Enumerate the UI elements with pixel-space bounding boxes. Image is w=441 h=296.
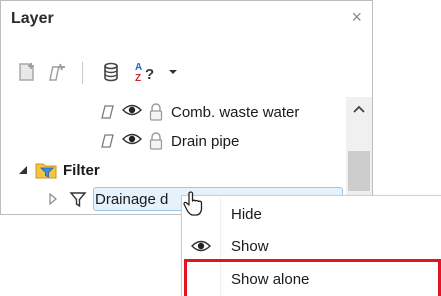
tree-row-drainage[interactable]: Drainage d <box>47 188 168 210</box>
dropdown-arrow-icon[interactable] <box>165 59 181 85</box>
funnel-icon <box>69 190 89 208</box>
tree-item-label: Filter <box>63 161 100 179</box>
close-icon[interactable]: × <box>351 7 362 28</box>
expand-triangle-icon[interactable] <box>47 192 61 206</box>
menu-item-show[interactable]: Show <box>182 230 441 262</box>
scroll-thumb[interactable] <box>348 151 370 191</box>
svg-text:Z: Z <box>135 73 141 84</box>
folder-filter-icon <box>35 160 59 180</box>
svg-text:A: A <box>135 62 142 73</box>
menu-item-label: Hide <box>231 205 262 223</box>
lock-icon[interactable] <box>148 132 166 150</box>
menu-item-hide[interactable]: Hide <box>182 198 441 230</box>
toolbar: A Z ? <box>1 57 372 91</box>
tree-row-filter[interactable]: Filter <box>17 159 100 181</box>
layer-page-icon <box>99 103 117 121</box>
tree-item-label: Drainage d <box>95 190 169 208</box>
menu-item-label: Show <box>231 237 269 255</box>
database-icon[interactable] <box>99 59 123 85</box>
lock-icon[interactable] <box>148 103 166 121</box>
layer-page-icon <box>99 132 117 150</box>
eye-icon[interactable] <box>122 103 144 121</box>
eye-icon <box>182 230 220 262</box>
new-layer-copy-icon[interactable] <box>45 59 69 85</box>
scroll-up-icon[interactable] <box>351 102 367 116</box>
layer-panel: Layer × A Z ? Comb. waste water Drain pi… <box>0 0 373 215</box>
collapse-triangle-icon[interactable] <box>17 163 31 177</box>
tree-row-drain-pipe[interactable]: Drain pipe <box>99 130 239 152</box>
toolbar-separator <box>82 62 83 84</box>
eye-icon[interactable] <box>122 132 144 150</box>
new-layer-icon[interactable] <box>15 59 39 85</box>
tree-row-comb-waste-water[interactable]: Comb. waste water <box>99 101 299 123</box>
tree-item-label: Comb. waste water <box>171 103 300 121</box>
mouse-pointer-icon <box>181 190 207 218</box>
panel-title: Layer <box>11 10 54 27</box>
tree-item-label: Drain pipe <box>171 132 240 150</box>
panel-header: Layer × <box>1 1 372 37</box>
annotation-highlight-box <box>184 259 441 296</box>
svg-text:?: ? <box>145 66 154 83</box>
sort-az-icon[interactable]: A Z ? <box>132 59 162 85</box>
